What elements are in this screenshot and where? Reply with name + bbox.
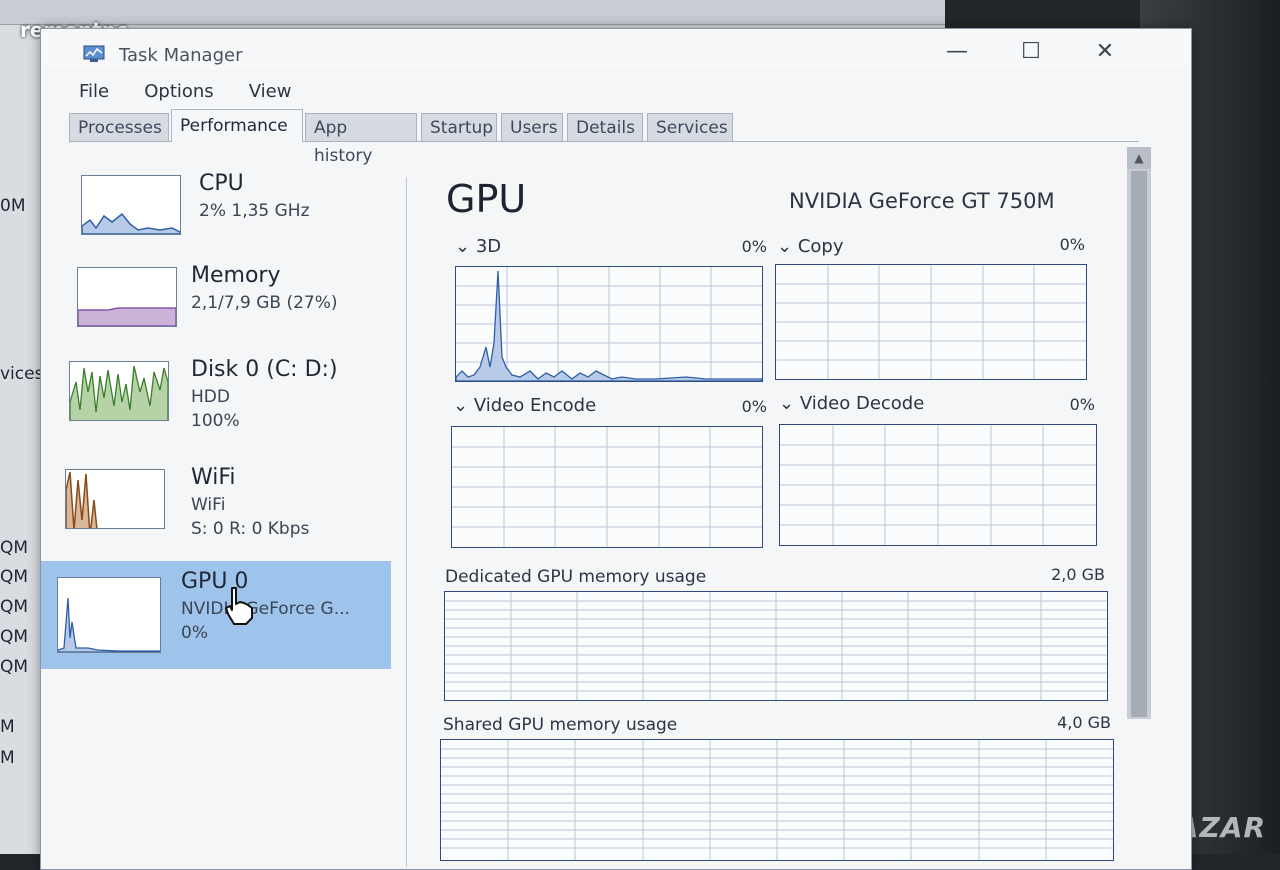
- shared-memory-graph: [440, 739, 1114, 861]
- engine-selector-video-encode[interactable]: ⌄ Video Encode: [453, 395, 596, 416]
- task-manager-window: Task Manager — ☐ ✕ File Options View Pro…: [40, 28, 1192, 870]
- disk-thumbnail-graph: [69, 361, 169, 421]
- title-bar[interactable]: Task Manager — ☐ ✕: [41, 29, 1191, 69]
- resource-detail: WiFi: [191, 495, 226, 515]
- close-button[interactable]: ✕: [1081, 35, 1129, 69]
- engine-selector-3d[interactable]: ⌄ 3D: [455, 236, 501, 257]
- background-window-topbar: [0, 0, 945, 25]
- resource-name: CPU: [199, 171, 244, 196]
- menu-bar: File Options View: [79, 81, 321, 107]
- shared-memory-value: 4,0 GB: [1057, 713, 1111, 732]
- scroll-up-arrow-icon[interactable]: ▲: [1127, 147, 1151, 169]
- background-text-fragment: QM: [0, 538, 29, 558]
- engine-selector-video-decode[interactable]: ⌄ Video Decode: [779, 393, 924, 414]
- maximize-button[interactable]: ☐: [1007, 35, 1055, 69]
- chevron-down-icon: ⌄: [455, 236, 476, 257]
- engine-graph-video-encode: [451, 426, 763, 548]
- resource-wifi[interactable]: WiFi WiFi S: 0 R: 0 Kbps: [51, 457, 401, 565]
- task-manager-icon: [83, 45, 105, 62]
- wifi-thumbnail-graph: [65, 469, 165, 529]
- gpu-model: NVIDIA GeForce GT 750M: [789, 189, 1055, 213]
- tab-performance[interactable]: Performance: [171, 109, 303, 142]
- resource-throughput: S: 0 R: 0 Kbps: [191, 519, 310, 539]
- background-text-fragment: M: [0, 717, 15, 737]
- engine-label: Copy: [797, 236, 844, 257]
- resource-list: CPU 2% 1,35 GHz Memory 2,1/7,9 GB (27%) …: [41, 143, 406, 863]
- tab-users[interactable]: Users: [501, 113, 563, 141]
- resource-detail: 2% 1,35 GHz: [199, 201, 310, 221]
- engine-graph-video-decode: [779, 424, 1097, 546]
- menu-view[interactable]: View: [249, 81, 292, 102]
- cpu-thumbnail-graph: [81, 175, 181, 235]
- resource-name: WiFi: [191, 465, 236, 490]
- engine-percent: 0%: [741, 237, 767, 256]
- resource-detail: 2,1/7,9 GB (27%): [191, 293, 338, 313]
- resource-detail: HDD: [191, 387, 230, 407]
- shared-memory-label: Shared GPU memory usage: [443, 715, 678, 735]
- resource-disk[interactable]: Disk 0 (C: D:) HDD 100%: [51, 349, 401, 457]
- engine-graph-3d: [455, 266, 763, 382]
- background-text-fragment: QM: [0, 627, 29, 647]
- background-text-fragment: vices: [0, 364, 44, 384]
- engine-label: Video Decode: [799, 393, 925, 414]
- background-text-fragment: QM: [0, 657, 29, 677]
- tab-startup[interactable]: Startup: [421, 113, 497, 141]
- dedicated-memory-graph: [444, 591, 1108, 701]
- resource-usage: 100%: [191, 411, 240, 431]
- chevron-down-icon: ⌄: [779, 393, 800, 414]
- tab-details[interactable]: Details: [567, 113, 643, 141]
- engine-graph-copy: [775, 264, 1087, 380]
- engine-percent: 0%: [1069, 395, 1095, 414]
- tab-processes[interactable]: Processes: [69, 113, 169, 141]
- panel-divider: [406, 177, 407, 867]
- engine-percent: 0%: [1059, 235, 1085, 254]
- engine-label: Video Encode: [473, 395, 597, 416]
- background-text-fragment: M: [0, 748, 15, 768]
- resource-usage: 0%: [181, 623, 208, 643]
- dedicated-memory-value: 2,0 GB: [1051, 565, 1105, 584]
- menu-file[interactable]: File: [79, 81, 109, 102]
- resource-name: Disk 0 (C: D:): [191, 357, 338, 382]
- engine-selector-copy[interactable]: ⌄ Copy: [777, 236, 843, 257]
- memory-thumbnail-graph: [77, 267, 177, 327]
- hand-cursor-icon: [225, 587, 253, 625]
- background-text-fragment: 0M: [0, 196, 26, 216]
- resource-name: Memory: [191, 263, 281, 288]
- background-text-fragment: QM: [0, 567, 29, 587]
- window-title: Task Manager: [119, 45, 243, 66]
- background-text-fragment: QM: [0, 597, 29, 617]
- resource-memory[interactable]: Memory 2,1/7,9 GB (27%): [51, 255, 401, 363]
- resource-gpu[interactable]: GPU 0 NVIDIA GeForce G... 0%: [41, 561, 391, 669]
- detail-title: GPU: [446, 177, 527, 221]
- menu-options[interactable]: Options: [144, 81, 213, 102]
- chevron-down-icon: ⌄: [453, 395, 474, 416]
- scrollbar-thumb[interactable]: [1131, 171, 1147, 717]
- gpu-thumbnail-graph: [57, 577, 161, 653]
- tab-app-history[interactable]: App history: [305, 113, 417, 166]
- tab-services[interactable]: Services: [647, 113, 733, 141]
- chevron-down-icon: ⌄: [777, 236, 798, 257]
- engine-percent: 0%: [741, 397, 767, 416]
- dedicated-memory-label: Dedicated GPU memory usage: [445, 567, 707, 587]
- tab-bar: Processes Performance App history Startu…: [69, 109, 1139, 166]
- engine-label: 3D: [475, 236, 502, 257]
- minimize-button[interactable]: —: [933, 35, 981, 69]
- resource-detail: NVIDIA GeForce G...: [181, 599, 350, 619]
